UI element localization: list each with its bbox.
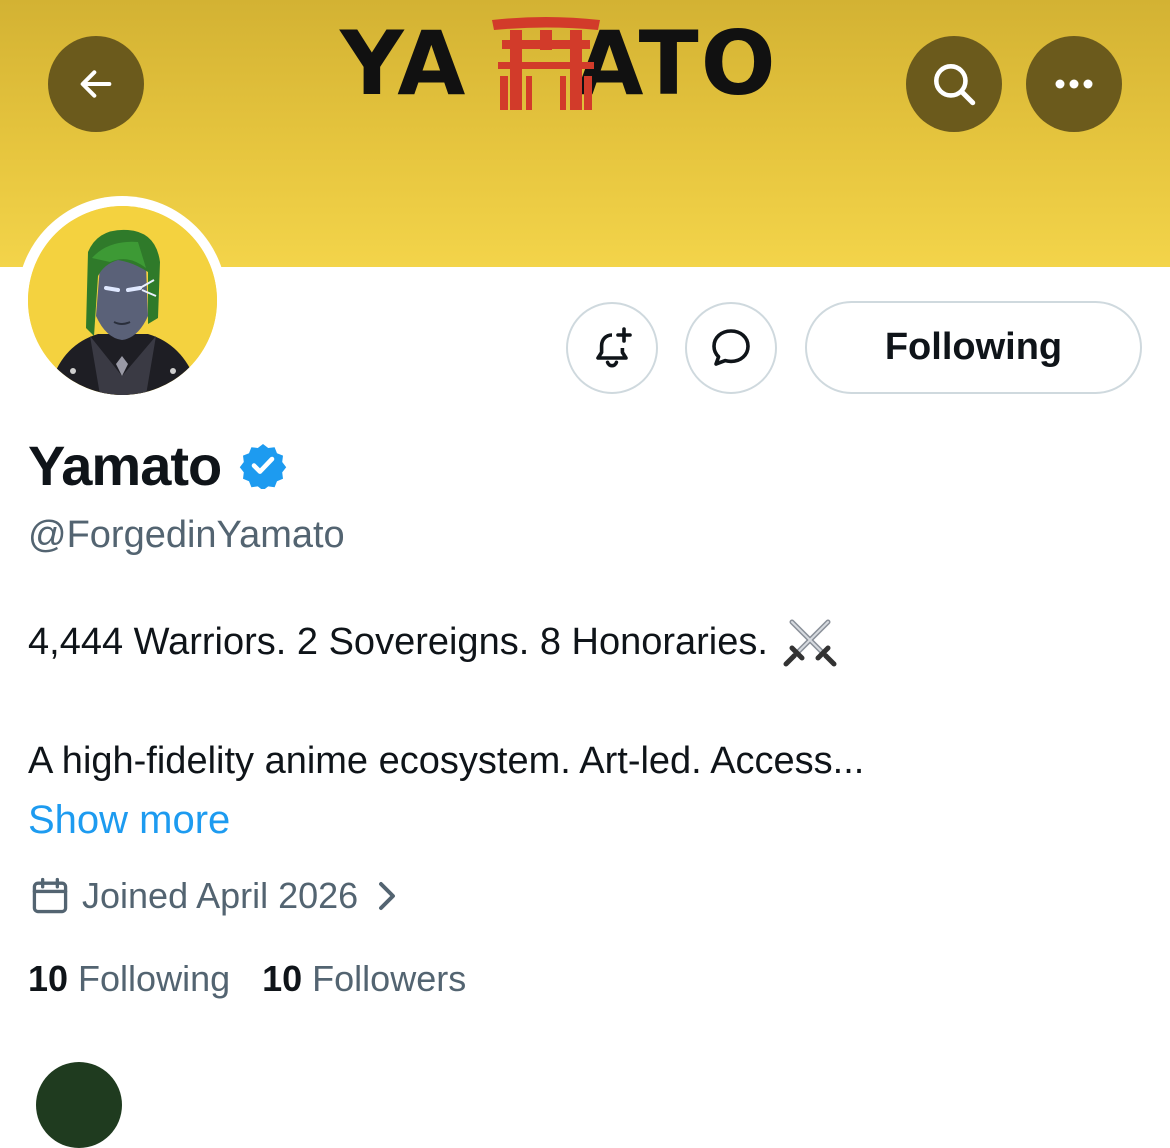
bell-plus-icon bbox=[596, 327, 632, 368]
bio-line-2: A high-fidelity anime ecosystem. Art-led… bbox=[28, 740, 865, 782]
avatar[interactable] bbox=[28, 206, 217, 395]
following-count: 10 bbox=[28, 958, 69, 999]
bio-line-1-text: 4,444 Warriors. 2 Sovereigns. 8 Honorari… bbox=[28, 620, 768, 663]
arrow-left-icon bbox=[80, 70, 112, 98]
display-name-text: Yamato bbox=[28, 433, 222, 497]
message-button[interactable] bbox=[685, 302, 777, 394]
following-count-link[interactable]: 10 Following bbox=[28, 958, 230, 1000]
more-button[interactable] bbox=[1026, 36, 1122, 132]
search-icon bbox=[934, 64, 976, 106]
notifications-button[interactable] bbox=[566, 302, 658, 394]
follow-stats: 10 Following 10 Followers bbox=[28, 958, 466, 1000]
followers-count-link[interactable]: 10 Followers bbox=[262, 958, 466, 1000]
anime-warrior-avatar-icon bbox=[28, 206, 217, 395]
display-name: Yamato bbox=[28, 430, 287, 500]
yamato-logo: YA ATO bbox=[340, 14, 830, 114]
calendar-icon bbox=[32, 877, 68, 914]
joined-date[interactable]: Joined April 2026 bbox=[28, 872, 402, 920]
show-more-link[interactable]: Show more bbox=[28, 798, 230, 843]
crossed-swords-icon bbox=[783, 619, 837, 667]
bio-line-1: 4,444 Warriors. 2 Sovereigns. 8 Honorari… bbox=[28, 614, 838, 670]
following-button[interactable]: Following bbox=[805, 301, 1142, 394]
user-handle: @ForgedinYamato bbox=[28, 514, 345, 556]
joined-date-text: Joined April 2026 bbox=[82, 875, 359, 916]
verified-badge-icon[interactable] bbox=[239, 441, 287, 489]
search-button[interactable] bbox=[906, 36, 1002, 132]
following-label: Following bbox=[78, 958, 231, 999]
back-button[interactable] bbox=[48, 36, 144, 132]
chevron-right-icon bbox=[379, 882, 396, 910]
followers-label: Followers bbox=[312, 958, 467, 999]
more-horizontal-icon bbox=[1055, 79, 1093, 89]
message-bubble-icon bbox=[712, 329, 750, 366]
torii-gate-icon bbox=[492, 17, 600, 110]
followers-count: 10 bbox=[262, 958, 303, 999]
